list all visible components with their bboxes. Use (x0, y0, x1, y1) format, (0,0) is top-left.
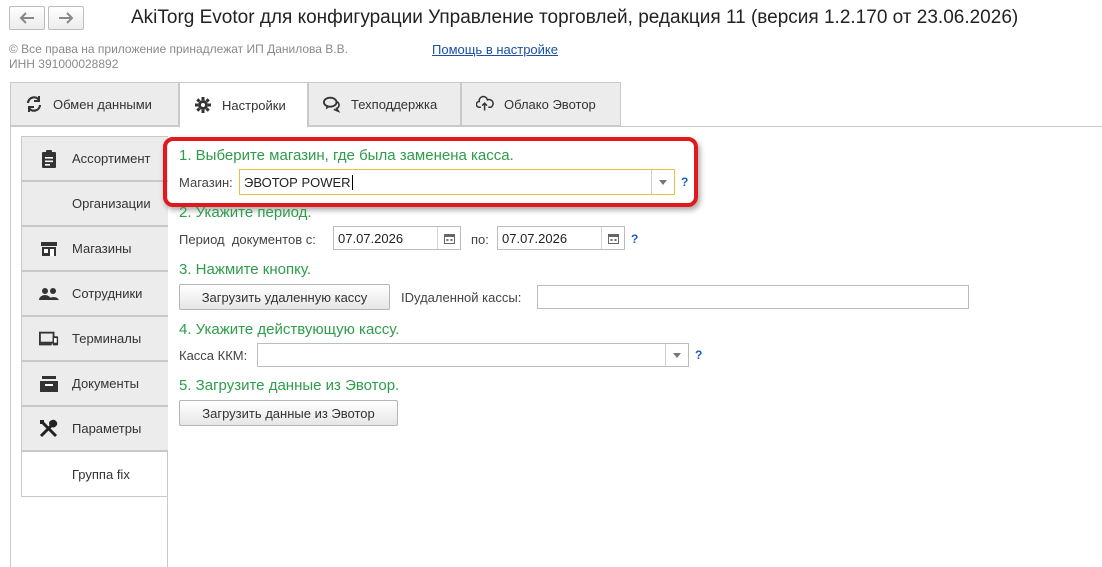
sidebar-item-label: Организации (72, 196, 151, 211)
devices-icon (39, 330, 59, 348)
chevron-down-icon[interactable] (665, 344, 688, 366)
kkm-register-combobox[interactable] (257, 343, 689, 367)
tab-settings[interactable]: Настройки (179, 82, 308, 128)
date-to-field[interactable]: 07.07.2026 (497, 226, 625, 250)
cloud-icon (476, 95, 494, 113)
date-to-value: 07.07.2026 (502, 230, 568, 246)
arrow-left-icon (19, 12, 34, 24)
panel-border (10, 126, 11, 567)
clipboard-icon (39, 149, 59, 168)
sidebar-item-parameters[interactable]: Параметры (21, 406, 168, 451)
tab-evotor-cloud[interactable]: Облако Эвотор (461, 82, 621, 126)
sidebar-item-terminals[interactable]: Терминалы (21, 316, 168, 361)
people-icon (39, 285, 59, 303)
kkm-register-label: Касса ККМ: (179, 348, 248, 363)
step3-title: 3. Нажмите кнопку. (179, 261, 311, 278)
sidebar-item-stores[interactable]: Магазины (21, 226, 168, 271)
forward-button[interactable] (48, 6, 84, 30)
calendar-icon[interactable] (601, 227, 624, 249)
back-button[interactable] (9, 6, 45, 30)
copyright-inn: ИНН 391000028892 (9, 57, 119, 71)
sidebar-item-organizations[interactable]: Организации (21, 181, 168, 226)
date-from-value: 07.07.2026 (338, 230, 404, 246)
sidebar-item-label: Ассортимент (72, 151, 151, 166)
sidebar-item-label: Параметры (72, 421, 142, 436)
refresh-icon (25, 95, 43, 113)
step5-title: 5. Загрузите данные из Эвотор. (179, 377, 400, 394)
period-to-label: по: (471, 232, 489, 247)
step4-title: 4. Укажите действующую кассу. (179, 321, 400, 338)
step2-title: 2. Укажите период. (179, 204, 312, 221)
calendar-icon[interactable] (437, 227, 460, 249)
period-help[interactable]: ? (631, 232, 638, 246)
kkm-help[interactable]: ? (695, 348, 702, 362)
sidebar-item-label: Магазины (72, 241, 132, 256)
load-evotor-data-button[interactable]: Загрузить данные из Эвотор (179, 400, 398, 426)
load-removed-register-button[interactable]: Загрузить удаленную кассу (179, 284, 390, 310)
sidebar-item-label: Документы (72, 376, 140, 391)
gear-icon (194, 96, 212, 114)
inbox-icon (39, 375, 59, 393)
period-from-label: Период документов с: (179, 232, 316, 247)
store-icon (39, 240, 59, 258)
copyright-owner: © Все права на приложение принадлежат ИП… (9, 42, 348, 56)
sidebar-divider (167, 452, 168, 567)
tab-label: Обмен данными (53, 96, 152, 112)
tools-icon (39, 419, 59, 438)
tab-label: Облако Эвотор (504, 96, 596, 112)
chat-icon (323, 95, 341, 113)
tab-label: Настройки (222, 97, 286, 113)
help-link[interactable]: Помощь в настройке (432, 42, 558, 57)
removed-register-id-label: IDудаленной кассы: (401, 290, 522, 305)
window-title: AkiTorg Evotor для конфигурации Управлен… (131, 7, 1019, 28)
tab-support[interactable]: Техподдержка (308, 82, 461, 126)
sidebar-item-group-fix[interactable]: Группа fix (21, 451, 168, 497)
date-from-field[interactable]: 07.07.2026 (333, 226, 461, 250)
removed-register-id-field[interactable] (537, 285, 969, 309)
sidebar-item-documents[interactable]: Документы (21, 361, 168, 406)
sidebar-item-assortment[interactable]: Ассортимент (21, 136, 168, 181)
arrow-right-icon (59, 12, 74, 24)
sidebar-item-label: Терминалы (72, 331, 142, 346)
sidebar-item-label: Сотрудники (72, 286, 143, 301)
highlight-frame (163, 137, 698, 207)
tabs-divider (10, 126, 1102, 127)
tab-label: Техподдержка (351, 96, 438, 112)
sidebar-item-employees[interactable]: Сотрудники (21, 271, 168, 316)
tab-data-exchange[interactable]: Обмен данными (10, 82, 179, 126)
copyright: © Все права на приложение принадлежат ИП… (9, 42, 348, 72)
sidebar-item-label: Группа fix (72, 466, 130, 482)
